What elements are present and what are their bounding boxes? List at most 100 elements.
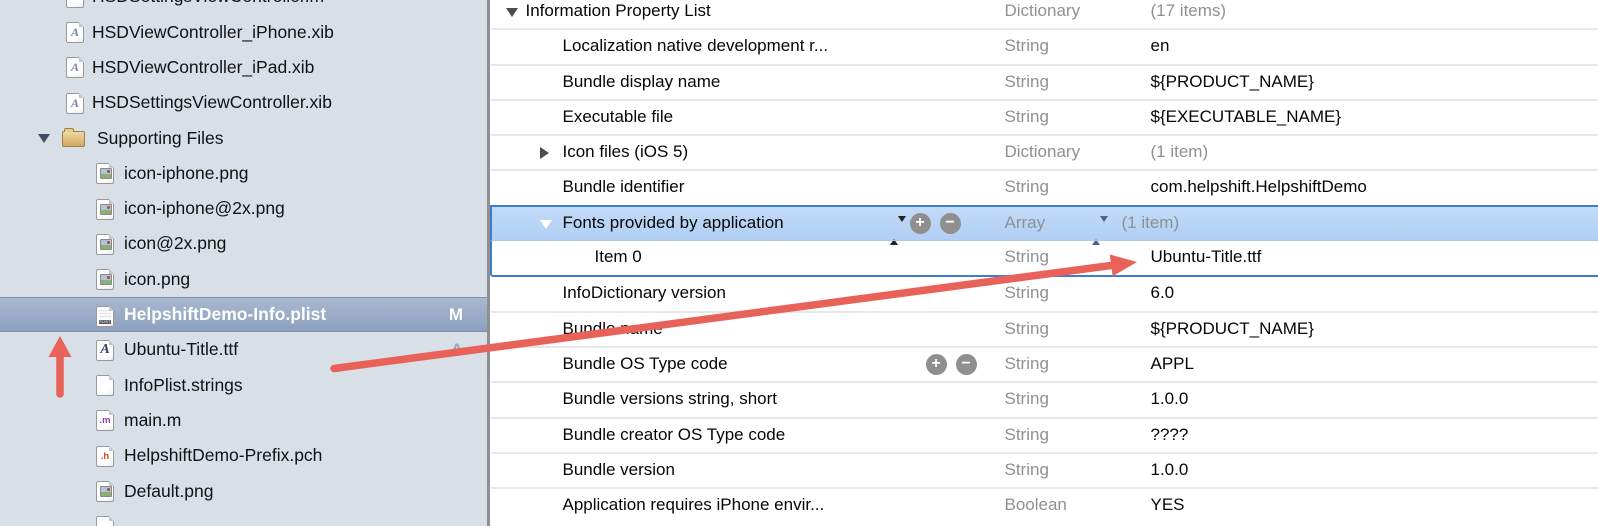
doc-shape (96, 163, 114, 184)
sidebar-file-row[interactable]: AUbuntu-Title.ttfA (0, 332, 487, 367)
plist-type-label: String (1005, 419, 1049, 450)
plist-key-label: Executable file (563, 101, 674, 132)
sidebar-file-row[interactable]: .hHelpshiftDemo-Prefix.pch (0, 438, 487, 473)
doc-shape: A (66, 57, 84, 78)
plist-row[interactable]: Bundle version String 1.0.0 (490, 452, 1598, 487)
plist-row[interactable]: Application requires iPhone envir...Bool… (490, 487, 1598, 522)
file-list: .mHSDSettingsViewController.mAHSDViewCon… (0, 0, 487, 526)
plist-row[interactable]: InfoDictionary versionString6.0 (490, 275, 1598, 310)
plist-value[interactable]: 1.0.0 (1151, 383, 1189, 414)
plist-type-label: Dictionary (1005, 136, 1081, 167)
file-name-label: HSDSettingsViewController.m (92, 0, 324, 15)
plist-row[interactable]: Bundle identifierStringcom.helpshift.Hel… (490, 169, 1598, 204)
plist-type-label: String (1005, 383, 1049, 414)
remove-item-button[interactable]: − (940, 213, 961, 234)
plist-value[interactable]: APPL (1151, 348, 1194, 379)
file-name-label: icon-iphone.png (124, 156, 249, 191)
status-badge: M (449, 298, 463, 331)
folder-shape (62, 131, 85, 147)
plist-row[interactable]: Fonts provided by application+−Array(1 i… (490, 205, 1598, 240)
plist-row[interactable]: Bundle versions string, shortString1.0.0 (490, 381, 1598, 416)
doc-shape: A (66, 93, 84, 114)
image-thumb (100, 239, 112, 250)
plist-key-label: Bundle display name (563, 66, 721, 97)
plist-key-label: Bundle creator OS Type code (563, 419, 786, 450)
file-name-label: main.m (124, 403, 181, 438)
sidebar-file-row[interactable] (0, 509, 487, 526)
plist-type-label: String (1005, 66, 1049, 97)
plist-key-label: Item 0 (595, 241, 642, 272)
doc-shape: PLIST (96, 306, 114, 327)
disclosure-triangle-icon[interactable] (38, 134, 50, 143)
plist-value[interactable]: ${EXECUTABLE_NAME} (1151, 101, 1342, 132)
plist-row[interactable]: Bundle creator OS Type code String???? (490, 417, 1598, 452)
plist-value[interactable]: (1 item) (1151, 136, 1209, 167)
disclosure-triangle-icon[interactable] (506, 8, 518, 17)
plist-key-label: Application requires iPhone envir... (563, 489, 825, 520)
plist-value[interactable]: com.helpshift.HelpshiftDemo (1151, 171, 1367, 202)
split-divider[interactable] (487, 0, 490, 526)
plist-row[interactable]: Executable file String ${EXECUTABLE_NAME} (490, 99, 1598, 134)
plist-key-label: Information Property List (526, 0, 711, 26)
add-item-button[interactable]: + (910, 213, 931, 234)
sidebar-file-row[interactable]: icon-iphone@2x.png (0, 191, 487, 226)
plist-row[interactable]: Localization native development r...Stri… (490, 28, 1598, 63)
sidebar-file-row[interactable]: Default.png (0, 474, 487, 509)
plist-row[interactable]: Information Property ListDictionary(17 i… (490, 0, 1598, 28)
disclosure-triangle-icon[interactable] (540, 147, 549, 159)
plist-type-label: Array (1005, 207, 1046, 238)
sidebar-file-row[interactable]: icon-iphone.png (0, 156, 487, 191)
plist-key-label: Bundle name (563, 313, 663, 344)
sidebar-file-row[interactable]: .m main.m (0, 403, 487, 438)
plist-row[interactable]: Bundle display name String ${PRODUCT_NAME} (490, 64, 1598, 99)
sidebar-group-row[interactable]: Supporting Files (0, 121, 487, 156)
plist-key-label: Localization native development r... (563, 30, 829, 61)
plist-value[interactable]: Ubuntu-Title.ttf (1151, 241, 1262, 272)
sidebar-file-row[interactable]: AHSDSettingsViewController.xib (0, 85, 487, 120)
sidebar-file-row[interactable]: .m HSDSettingsViewController.m (0, 0, 487, 15)
plist-grid (99, 310, 111, 319)
plist-value[interactable]: ???? (1151, 419, 1189, 450)
plist-value[interactable]: en (1151, 30, 1170, 61)
doc-shape: .m (66, 0, 84, 8)
remove-item-button[interactable]: − (956, 354, 977, 375)
add-item-button[interactable]: + (926, 354, 947, 375)
plist-row[interactable]: Bundle OS Type code+−StringAPPL (490, 346, 1598, 381)
plist-value[interactable]: YES (1151, 489, 1185, 520)
doc-shape (96, 375, 114, 396)
font-glyph: A (97, 341, 113, 360)
project-navigator: .mHSDSettingsViewController.mAHSDViewCon… (0, 0, 487, 526)
plist-value[interactable]: ${PRODUCT_NAME} (1151, 313, 1314, 344)
plist-type-label: String (1005, 101, 1049, 132)
disclosure-triangle-icon[interactable] (540, 220, 552, 229)
header-glyph: .h (97, 447, 113, 466)
plist-value[interactable]: (1 item) (1122, 207, 1180, 238)
file-name-label: HelpshiftDemo-Info.plist (124, 298, 326, 331)
objc-glyph: .m (97, 411, 113, 430)
doc-shape: A (96, 340, 114, 361)
plist-type-label: String (1005, 241, 1049, 272)
plist-value[interactable]: 1.0.0 (1151, 454, 1189, 485)
plist-key-label: Bundle version (563, 454, 675, 485)
file-name-label: icon-iphone@2x.png (124, 191, 285, 226)
plist-key-label: InfoDictionary version (563, 277, 726, 308)
doc-shape: .h (96, 446, 114, 467)
sidebar-file-row[interactable]: AHSDViewController_iPhone.xib (0, 15, 487, 50)
plist-type-label: String (1005, 171, 1049, 202)
file-name-label: Default.png (124, 474, 214, 509)
plist-row[interactable]: Icon files (iOS 5)Dictionary(1 item) (490, 134, 1598, 169)
sidebar-file-row[interactable]: PLIST HelpshiftDemo-Info.plist M (0, 297, 487, 332)
plist-row[interactable]: Item 0 String Ubuntu-Title.ttf (490, 240, 1598, 275)
plist-row[interactable]: Bundle nameString${PRODUCT_NAME} (490, 311, 1598, 346)
plist-type-label: String (1005, 454, 1049, 485)
plist-value[interactable]: 6.0 (1151, 277, 1175, 308)
file-name-label: icon.png (124, 262, 190, 297)
file-name-label: HSDViewController_iPad.xib (92, 50, 314, 85)
plist-value[interactable]: ${PRODUCT_NAME} (1151, 66, 1314, 97)
sidebar-file-row[interactable]: InfoPlist.strings (0, 368, 487, 403)
sidebar-file-row[interactable]: A HSDViewController_iPad.xib (0, 50, 487, 85)
sidebar-file-row[interactable]: icon@2x.png (0, 226, 487, 261)
doc-shape (96, 199, 114, 220)
sidebar-file-row[interactable]: icon.png (0, 262, 487, 297)
plist-value[interactable]: (17 items) (1151, 0, 1227, 26)
